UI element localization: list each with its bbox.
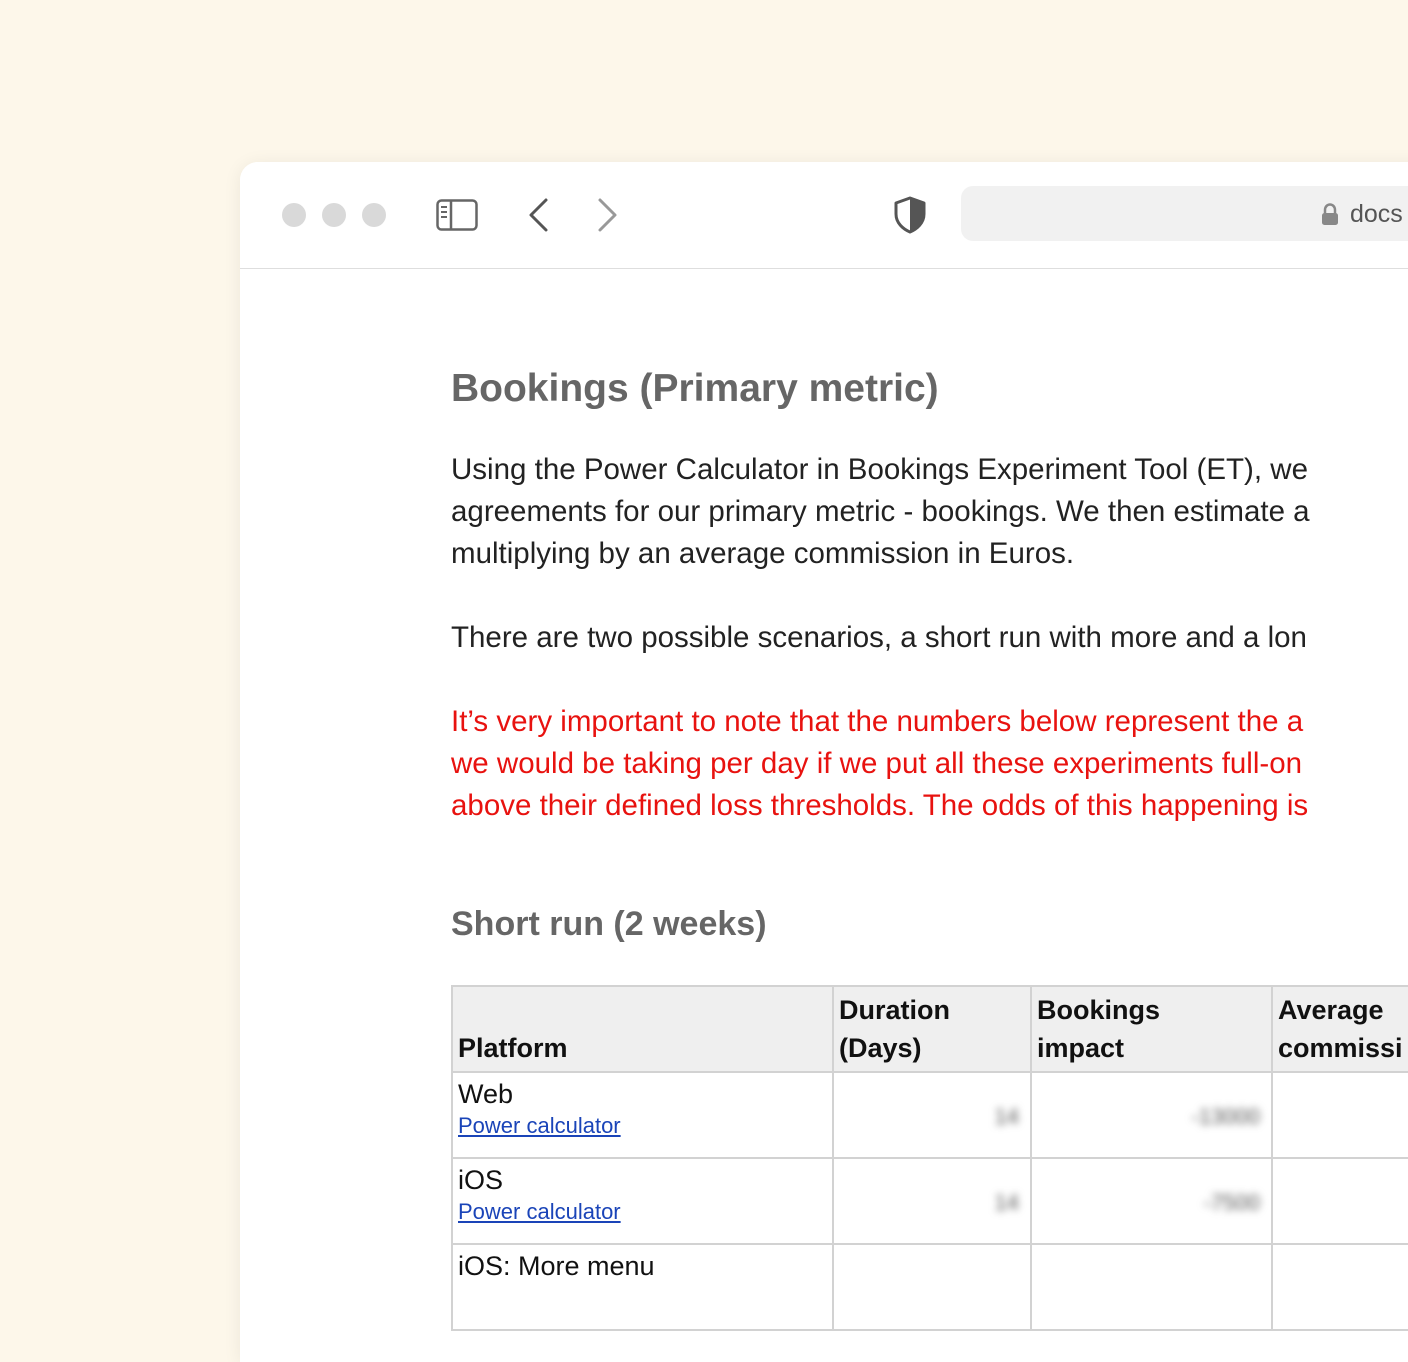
minimize-window-button[interactable] (322, 203, 346, 227)
privacy-shield-icon[interactable] (893, 196, 927, 234)
short-run-table: Platform Duration (Days) Bookings impact A… (451, 985, 1408, 1331)
scenarios-paragraph: There are two possible scenarios, a shor… (451, 617, 1307, 659)
impact-cell (1030, 1243, 1273, 1331)
platform-cell: iOS: More menu (451, 1243, 834, 1331)
section-heading: Bookings (Primary metric) (451, 367, 939, 410)
zoom-window-button[interactable] (362, 203, 386, 227)
address-bar[interactable]: docs (961, 186, 1408, 241)
duration-value-blurred: 14 (994, 1104, 1019, 1129)
duration-value-blurred: 14 (994, 1190, 1019, 1215)
duration-cell: 14 (832, 1157, 1032, 1245)
forward-chevron-icon[interactable] (591, 197, 621, 233)
platform-name: Web (458, 1079, 514, 1109)
power-calculator-link[interactable]: Power calculator (458, 1112, 827, 1140)
table-row: Web Power calculator 14 -13000 (451, 1071, 1408, 1159)
warning-paragraph: It’s very important to note that the num… (451, 701, 1308, 827)
header-platform: Platform (451, 985, 834, 1073)
sidebar-toggle-icon[interactable] (436, 199, 478, 231)
header-average-commission: Average commissi (1271, 985, 1408, 1073)
platform-name: iOS: More menu (458, 1251, 655, 1281)
commission-cell (1271, 1243, 1408, 1331)
impact-cell: -13000 (1030, 1071, 1273, 1159)
intro-line: Using the Power Calculator in Bookings E… (451, 453, 1308, 486)
warning-line: It’s very important to note that the num… (451, 705, 1304, 738)
table-row: iOS: More menu (451, 1243, 1408, 1331)
intro-line: multiplying by an average commission in … (451, 537, 1075, 570)
browser-toolbar: docs (240, 162, 1408, 269)
platform-cell: iOS Power calculator (451, 1157, 834, 1245)
impact-cell: -7500 (1030, 1157, 1273, 1245)
browser-window: docs Bookings (Primary metric) Using the… (240, 162, 1408, 1362)
url-text: docs (1350, 200, 1403, 228)
back-chevron-icon[interactable] (525, 197, 555, 233)
platform-cell: Web Power calculator (451, 1071, 834, 1159)
commission-cell (1271, 1071, 1408, 1159)
power-calculator-link[interactable]: Power calculator (458, 1198, 827, 1226)
lock-icon (1322, 203, 1338, 225)
intro-paragraph: Using the Power Calculator in Bookings E… (451, 449, 1310, 575)
warning-line: above their defined loss thresholds. The… (451, 789, 1309, 822)
table-header-row: Platform Duration (Days) Bookings impact A… (451, 985, 1408, 1073)
close-window-button[interactable] (282, 203, 306, 227)
intro-line: agreements for our primary metric - book… (451, 495, 1310, 528)
impact-value-blurred: -13000 (1191, 1104, 1260, 1129)
platform-name: iOS (458, 1165, 504, 1195)
duration-cell: 14 (832, 1071, 1032, 1159)
commission-cell (1271, 1157, 1408, 1245)
duration-cell (832, 1243, 1032, 1331)
impact-value-blurred: -7500 (1203, 1190, 1260, 1215)
table-row: iOS Power calculator 14 -7500 (451, 1157, 1408, 1245)
header-duration: Duration (Days) (832, 985, 1032, 1073)
subsection-heading: Short run (2 weeks) (451, 905, 767, 943)
warning-line: we would be taking per day if we put all… (451, 747, 1303, 780)
scenarios-line: There are two possible scenarios, a shor… (451, 621, 1307, 654)
header-bookings-impact: Bookings impact (1030, 985, 1273, 1073)
